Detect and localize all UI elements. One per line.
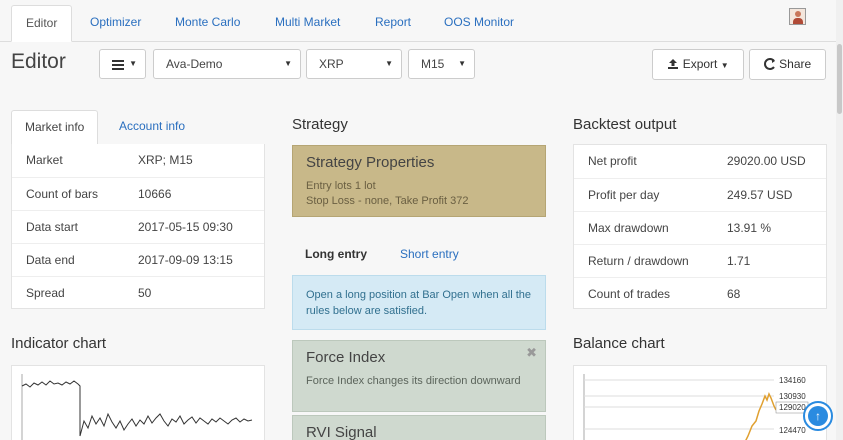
- row-key: Count of bars: [26, 187, 99, 201]
- page-scrollbar[interactable]: [836, 0, 843, 440]
- chevron-down-icon: ▼: [385, 59, 393, 68]
- tab-optimizer[interactable]: Optimizer: [76, 5, 155, 42]
- export-icon: [667, 57, 682, 71]
- row-key: Return / drawdown: [588, 254, 689, 268]
- tab-short-entry[interactable]: Short entry: [400, 247, 459, 261]
- share-icon: [763, 57, 779, 71]
- entry-info-text: Open a long position at Bar Open when al…: [306, 289, 532, 317]
- backtest-table: Net profit 29020.00 USD Profit per day 2…: [573, 144, 827, 309]
- row-value: 249.57 USD: [727, 188, 793, 202]
- market-info-table: Market XRP; M15 Count of bars 10666 Data…: [11, 144, 265, 309]
- close-icon[interactable]: ✖: [526, 345, 537, 361]
- menu-button[interactable]: ▼: [99, 49, 146, 79]
- backtest-title: Backtest output: [573, 116, 677, 133]
- info-tabs: Market info Account info: [11, 110, 265, 145]
- row-value: 68: [727, 287, 741, 301]
- rule-card[interactable]: RVI Signal: [292, 415, 546, 440]
- user-avatar[interactable]: [789, 8, 806, 25]
- symbol-select-value: XRP: [319, 57, 344, 71]
- balance-chart-plot: 134160 130930 129020 124470: [583, 374, 809, 440]
- indicator-chart-plot: [21, 374, 253, 440]
- backtest-row: Profit per day 249.57 USD: [574, 178, 826, 211]
- top-nav: Editor Optimizer Monte Carlo Multi Marke…: [0, 0, 843, 42]
- row-value: XRP; M15: [138, 153, 193, 167]
- period-select-value: M15: [421, 57, 445, 71]
- symbol-select[interactable]: XRP ▼: [306, 49, 402, 79]
- chevron-down-icon: ▼: [458, 59, 466, 68]
- row-key: Spread: [26, 286, 65, 300]
- tab-oos-monitor[interactable]: OOS Monitor: [430, 5, 528, 42]
- rule-title: RVI Signal: [306, 424, 377, 440]
- account-select[interactable]: Ava-Demo ▼: [153, 49, 301, 79]
- row-value: 2017-09-09 13:15: [138, 253, 233, 267]
- market-info-row: Spread 50: [12, 276, 264, 309]
- tab-long-entry[interactable]: Long entry: [305, 247, 367, 261]
- row-key: Market: [26, 153, 63, 167]
- market-info-row: Market XRP; M15: [12, 144, 264, 177]
- balance-chart: 134160 130930 129020 124470: [573, 365, 827, 440]
- tab-report[interactable]: Report: [361, 5, 425, 42]
- tab-multi-market[interactable]: Multi Market: [261, 5, 354, 42]
- scrollbar-thumb[interactable]: [837, 44, 842, 114]
- rule-title: Force Index: [306, 349, 386, 366]
- balance-label: 134160: [779, 376, 806, 385]
- market-info-row: Data start 2017-05-15 09:30: [12, 210, 264, 243]
- page-title: Editor: [11, 50, 66, 73]
- balance-chart-title: Balance chart: [573, 335, 665, 352]
- tab-market-info[interactable]: Market info: [11, 110, 99, 145]
- avatar-head: [795, 11, 801, 17]
- row-value: 10666: [138, 187, 172, 201]
- strategy-properties-card[interactable]: Strategy Properties Entry lots 1 lot Sto…: [292, 145, 546, 217]
- avatar-body: [793, 18, 803, 24]
- row-value: 50: [138, 286, 152, 300]
- strategy-properties-lots: Entry lots 1 lot: [306, 180, 376, 192]
- indicator-chart-title: Indicator chart: [11, 335, 107, 352]
- row-key: Count of trades: [588, 287, 671, 301]
- strategy-properties-stops: Stop Loss - none, Take Profit 372: [306, 195, 469, 207]
- share-button[interactable]: Share: [749, 49, 826, 80]
- row-key: Net profit: [588, 154, 637, 168]
- export-button[interactable]: Export ▼: [652, 49, 744, 80]
- export-label: Export: [682, 57, 718, 71]
- balance-label: 124470: [779, 426, 806, 435]
- account-select-value: Ava-Demo: [166, 57, 223, 71]
- share-label: Share: [779, 57, 812, 71]
- tab-account-info[interactable]: Account info: [106, 110, 198, 145]
- entry-info-box: Open a long position at Bar Open when al…: [292, 275, 546, 330]
- chevron-down-icon: ▼: [284, 59, 292, 68]
- balance-label: 129020: [779, 403, 806, 412]
- market-info-row: Count of bars 10666: [12, 177, 264, 210]
- row-value: 13.91 %: [727, 221, 772, 235]
- row-key: Profit per day: [588, 188, 660, 202]
- row-value: 1.71: [727, 254, 751, 268]
- row-value: 29020.00 USD: [727, 154, 806, 168]
- balance-label: 130930: [779, 392, 806, 401]
- backtest-row: Max drawdown 13.91 %: [574, 211, 826, 244]
- row-key: Max drawdown: [588, 221, 669, 235]
- row-key: Data end: [26, 253, 75, 267]
- indicator-chart: [11, 365, 265, 440]
- backtest-row: Count of trades 68: [574, 277, 826, 310]
- tab-editor[interactable]: Editor: [11, 5, 73, 42]
- backtest-row: Return / drawdown 1.71: [574, 244, 826, 277]
- chevron-down-icon: ▼: [720, 61, 729, 70]
- period-select[interactable]: M15 ▼: [408, 49, 475, 79]
- strategy-properties-title: Strategy Properties: [306, 154, 435, 171]
- strategy-title: Strategy: [292, 116, 348, 133]
- row-value: 2017-05-15 09:30: [138, 220, 233, 234]
- row-key: Data start: [26, 220, 79, 234]
- hamburger-icon: [112, 57, 124, 71]
- arrow-up-icon: ↑: [808, 406, 828, 426]
- backtest-row: Net profit 29020.00 USD: [574, 145, 826, 178]
- market-info-row: Data end 2017-09-09 13:15: [12, 243, 264, 276]
- rule-card[interactable]: Force Index Force Index changes its dire…: [292, 340, 546, 412]
- tab-monte-carlo[interactable]: Monte Carlo: [161, 5, 254, 42]
- scroll-to-top-button[interactable]: ↑: [803, 401, 833, 431]
- rule-description: Force Index changes its direction downwa…: [306, 375, 521, 387]
- chevron-down-icon: ▼: [129, 59, 137, 68]
